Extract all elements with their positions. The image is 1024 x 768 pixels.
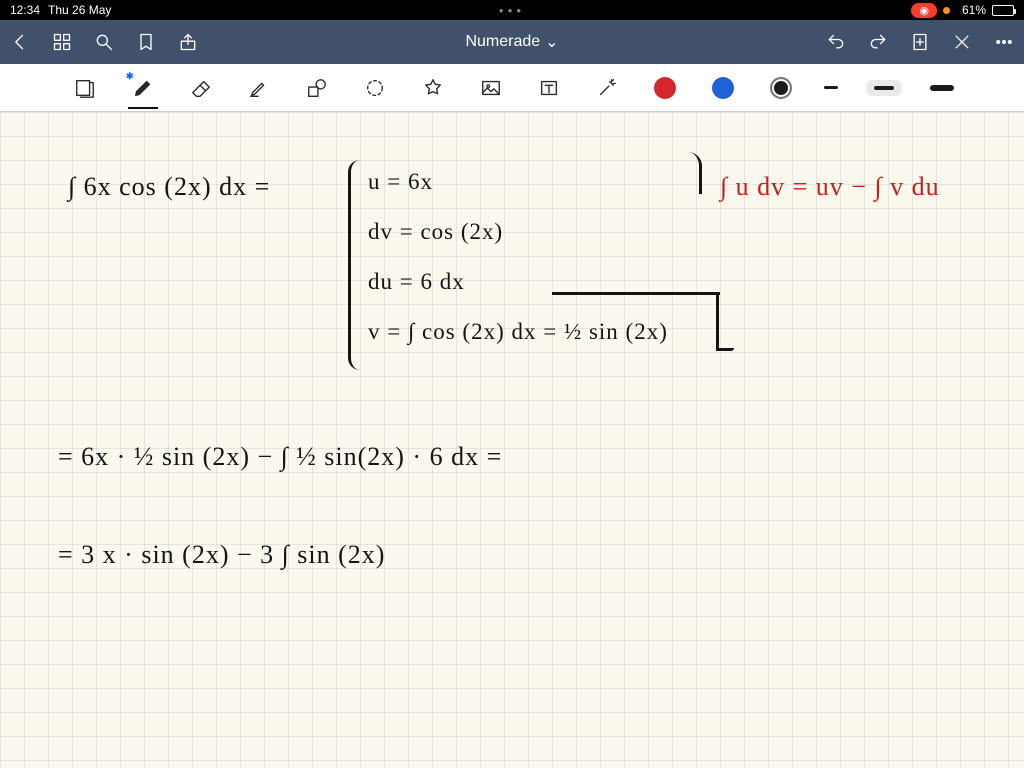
status-time: 12:34 bbox=[10, 3, 40, 17]
pen-tool[interactable]: ✱ bbox=[128, 73, 158, 103]
hook-drop-icon bbox=[716, 292, 719, 350]
home-indicator-dots[interactable]: ●●● bbox=[499, 6, 526, 15]
color-black[interactable] bbox=[766, 73, 796, 103]
battery-percent: 61% bbox=[962, 3, 986, 17]
sub-v: v = ∫ cos (2x) dx = ½ sin (2x) bbox=[368, 320, 668, 343]
search-button[interactable] bbox=[94, 32, 114, 52]
grid-view-button[interactable] bbox=[52, 32, 72, 52]
chevron-down-icon: ⌄ bbox=[545, 32, 558, 52]
back-button[interactable] bbox=[10, 32, 30, 52]
close-button[interactable] bbox=[952, 32, 972, 52]
stickers-tool[interactable] bbox=[418, 73, 448, 103]
status-date: Thu 26 May bbox=[48, 3, 111, 17]
shapes-tool[interactable] bbox=[302, 73, 332, 103]
note-canvas[interactable]: ∫ 6x cos (2x) dx = u = 6x dv = cos (2x) … bbox=[0, 112, 1024, 768]
share-button[interactable] bbox=[178, 32, 198, 52]
new-page-button[interactable] bbox=[910, 32, 930, 52]
color-blue[interactable] bbox=[708, 73, 738, 103]
read-mode-tool[interactable] bbox=[70, 73, 100, 103]
equation-line-1: ∫ 6x cos (2x) dx = bbox=[68, 174, 270, 200]
color-red[interactable] bbox=[650, 73, 680, 103]
screen-record-pill[interactable]: ◉ bbox=[911, 3, 937, 18]
sub-dv: dv = cos (2x) bbox=[368, 220, 503, 243]
blue-swatch-icon bbox=[712, 77, 734, 99]
hook-top-icon bbox=[552, 152, 702, 194]
eraser-tool[interactable] bbox=[186, 73, 216, 103]
brace-icon bbox=[348, 160, 362, 370]
ibp-formula: ∫ u dv = uv − ∫ v du bbox=[720, 174, 940, 200]
stroke-small[interactable] bbox=[824, 86, 838, 89]
sub-u: u = 6x bbox=[368, 170, 433, 193]
battery-icon bbox=[992, 5, 1014, 16]
hook-bottom-icon bbox=[552, 292, 720, 295]
ipad-status-bar: 12:34 Thu 26 May ●●● ◉ 61% bbox=[0, 0, 1024, 20]
hook-tail-icon bbox=[716, 348, 734, 351]
mic-in-use-indicator-icon bbox=[943, 7, 950, 14]
redo-button[interactable] bbox=[868, 32, 888, 52]
grid-background bbox=[0, 112, 1024, 768]
sub-du: du = 6 dx bbox=[368, 270, 465, 293]
document-title: Numerade bbox=[465, 33, 540, 51]
drawing-toolbar: ✱ bbox=[0, 64, 1024, 112]
laser-pointer-tool[interactable] bbox=[592, 73, 622, 103]
record-icon: ◉ bbox=[919, 4, 929, 17]
more-menu-button[interactable] bbox=[994, 32, 1014, 52]
stroke-large[interactable] bbox=[930, 85, 954, 91]
document-title-dropdown[interactable]: Numerade ⌄ bbox=[465, 32, 558, 52]
equation-line-3: = 3 x · sin (2x) − 3 ∫ sin (2x) bbox=[58, 542, 385, 568]
equation-line-2: = 6x · ½ sin (2x) − ∫ ½ sin(2x) · 6 dx = bbox=[58, 444, 502, 470]
image-tool[interactable] bbox=[476, 73, 506, 103]
bookmark-button[interactable] bbox=[136, 32, 156, 52]
red-swatch-icon bbox=[654, 77, 676, 99]
bluetooth-stylus-icon: ✱ bbox=[126, 71, 134, 82]
stroke-medium[interactable] bbox=[866, 80, 902, 96]
black-swatch-icon bbox=[770, 77, 792, 99]
text-tool[interactable] bbox=[534, 73, 564, 103]
app-navbar: Numerade ⌄ bbox=[0, 20, 1024, 64]
highlighter-tool[interactable] bbox=[244, 73, 274, 103]
undo-button[interactable] bbox=[826, 32, 846, 52]
lasso-tool[interactable] bbox=[360, 73, 390, 103]
